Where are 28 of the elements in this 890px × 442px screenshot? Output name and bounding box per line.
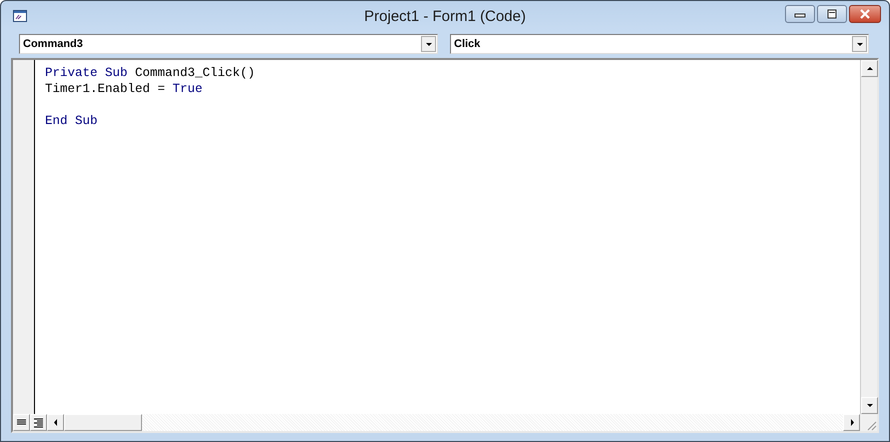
scroll-down-button[interactable] (861, 397, 878, 414)
maximize-icon (826, 9, 838, 19)
window-title: Project1 - Form1 (Code) (364, 8, 526, 24)
close-button[interactable] (849, 5, 881, 23)
lines-icon (16, 418, 27, 427)
code-keyword: True (172, 81, 203, 97)
scroll-up-button[interactable] (861, 60, 878, 77)
scroll-left-button[interactable] (47, 414, 64, 431)
maximize-button[interactable] (817, 5, 847, 23)
scroll-right-button[interactable] (843, 414, 860, 431)
vertical-scrollbar[interactable] (860, 60, 877, 414)
close-icon (859, 9, 871, 19)
resize-grip-icon[interactable] (865, 419, 877, 431)
code-window-icon (13, 10, 27, 22)
triangle-left-icon (52, 418, 60, 427)
code-keyword: End Sub (45, 113, 98, 129)
full-module-view-button[interactable] (30, 414, 47, 431)
triangle-down-icon (866, 401, 874, 410)
procedure-dropdown[interactable]: Click (450, 34, 869, 54)
code-keyword: Private Sub (45, 65, 128, 81)
code-text: Command3_Click() (135, 65, 256, 81)
code-text: Timer1.Enabled = (45, 81, 166, 97)
scroll-thumb[interactable] (64, 414, 142, 431)
minimize-button[interactable] (785, 5, 815, 23)
procedure-view-button[interactable] (13, 414, 30, 431)
indented-lines-icon (33, 418, 44, 428)
triangle-up-icon (866, 64, 874, 73)
object-dropdown[interactable]: Command3 (19, 34, 438, 54)
